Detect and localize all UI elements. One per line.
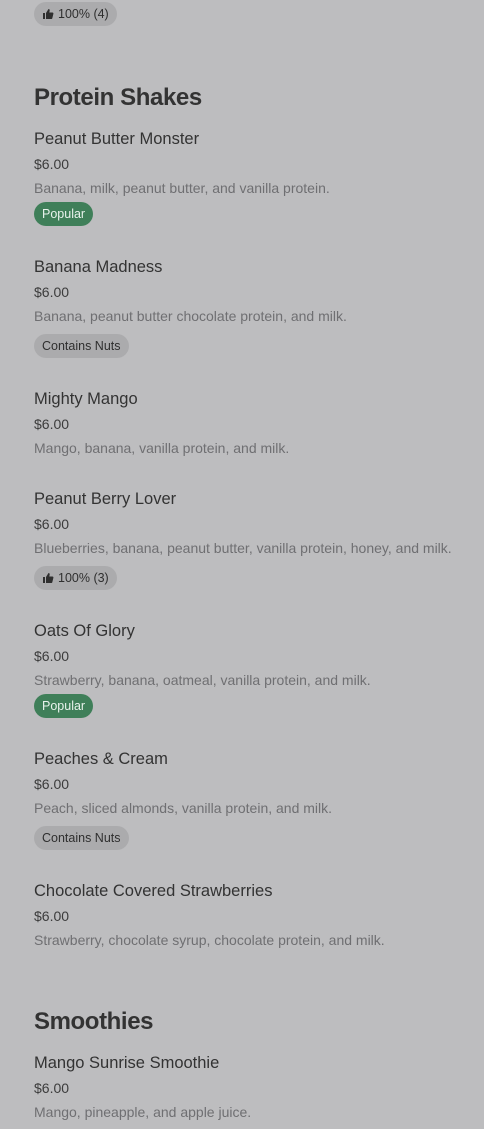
popular-badge: Popular bbox=[34, 694, 94, 718]
item-price: $6.00 bbox=[34, 416, 70, 432]
item-description: Strawberry, chocolate syrup, chocolate p… bbox=[34, 932, 385, 948]
rating-label: 100% (3) bbox=[58, 571, 109, 585]
item-price: $6.00 bbox=[34, 156, 70, 172]
item-price: $6.00 bbox=[34, 776, 70, 792]
rating-badge: 100% (4) bbox=[34, 2, 117, 26]
item-name: Oats Of Glory bbox=[34, 622, 135, 640]
item-description: Banana, peanut butter chocolate protein,… bbox=[34, 308, 347, 324]
item-description: Blueberries, banana, peanut butter, vani… bbox=[34, 540, 452, 556]
rating-badge: 100% (3) bbox=[34, 566, 117, 590]
contains-nuts-badge: Contains Nuts bbox=[34, 334, 129, 358]
item-description: Banana, milk, peanut butter, and vanilla… bbox=[34, 180, 330, 196]
item-name: Mango Sunrise Smoothie bbox=[34, 1054, 220, 1072]
popular-badge: Popular bbox=[34, 202, 94, 226]
thumbs-up-icon bbox=[43, 573, 54, 583]
item-name: Chocolate Covered Strawberries bbox=[34, 882, 273, 900]
item-price: $6.00 bbox=[34, 908, 70, 924]
item-price: $6.00 bbox=[34, 648, 70, 664]
menu-page: 100% (4) Protein Shakes Peanut Butter Mo… bbox=[0, 0, 484, 1129]
thumbs-up-icon bbox=[43, 9, 54, 19]
item-description: Mango, banana, vanilla protein, and milk… bbox=[34, 440, 290, 456]
section-title: Protein Shakes bbox=[34, 84, 202, 111]
item-price: $6.00 bbox=[34, 1080, 70, 1096]
section-title: Smoothies bbox=[34, 1008, 154, 1035]
item-name: Mighty Mango bbox=[34, 390, 138, 408]
item-description: Strawberry, banana, oatmeal, vanilla pro… bbox=[34, 672, 371, 688]
item-description: Peach, sliced almonds, vanilla protein, … bbox=[34, 800, 333, 816]
contains-nuts-badge: Contains Nuts bbox=[34, 826, 129, 850]
item-description: Mango, pineapple, and apple juice. bbox=[34, 1104, 252, 1120]
item-name: Peaches & Cream bbox=[34, 750, 168, 768]
item-name: Peanut Berry Lover bbox=[34, 490, 177, 508]
item-name: Peanut Butter Monster bbox=[34, 130, 200, 148]
item-price: $6.00 bbox=[34, 516, 70, 532]
item-price: $6.00 bbox=[34, 284, 70, 300]
item-name: Banana Madness bbox=[34, 258, 163, 276]
rating-label: 100% (4) bbox=[58, 7, 109, 21]
